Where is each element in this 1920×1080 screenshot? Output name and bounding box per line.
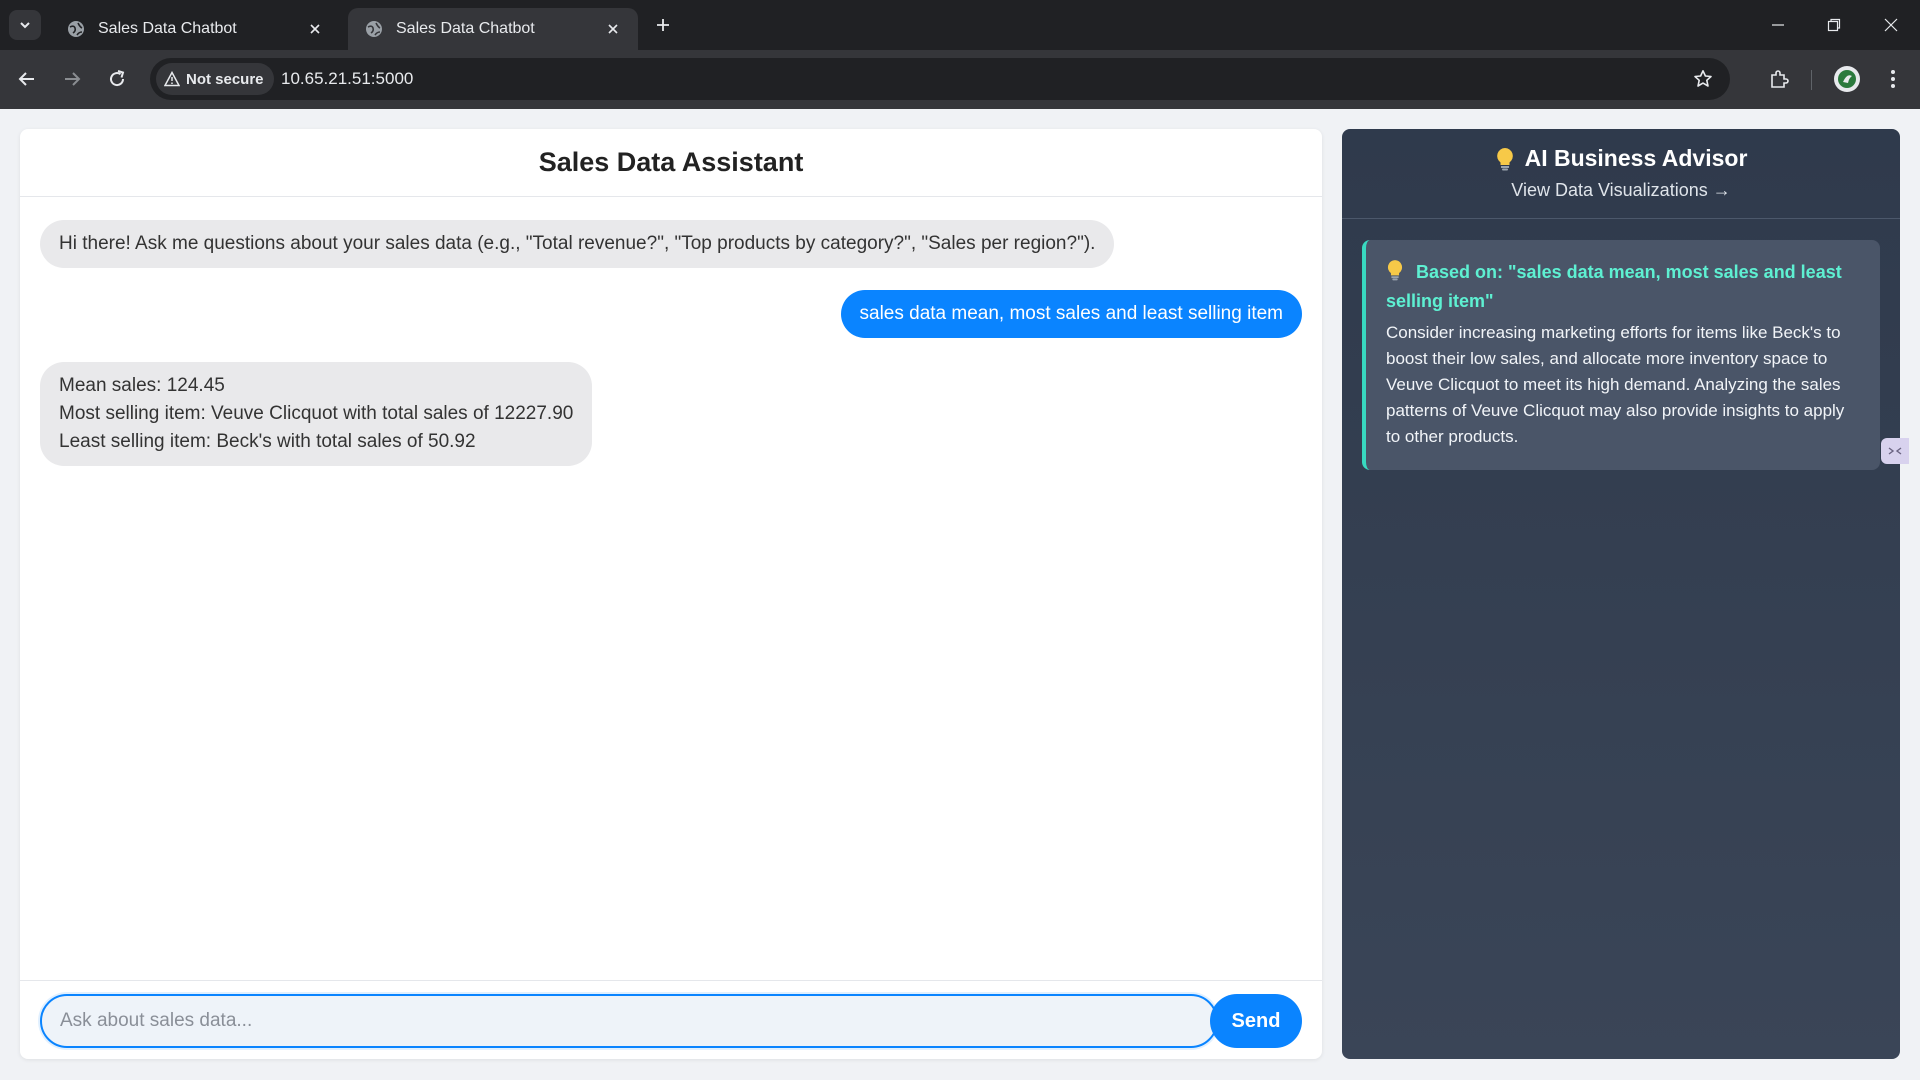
back-button[interactable]	[10, 62, 44, 96]
warning-icon	[164, 71, 180, 87]
tab-title: Sales Data Chatbot	[98, 20, 237, 37]
side-panel-handle[interactable]	[1881, 438, 1909, 464]
bot-message: Hi there! Ask me questions about your sa…	[40, 220, 1115, 268]
back-icon	[18, 72, 34, 86]
minimize-icon	[1772, 24, 1784, 26]
insight-heading-text: Based on: "sales data mean, most sales a…	[1386, 262, 1842, 311]
globe-icon	[366, 21, 382, 37]
star-icon	[1694, 70, 1712, 87]
collapse-arrows-icon	[1888, 447, 1902, 455]
extensions-icon	[1771, 70, 1789, 88]
bot-message: Mean sales: 124.45 Most selling item: Ve…	[40, 362, 593, 466]
url-text[interactable]: 10.65.21.51:5000	[281, 69, 413, 89]
insight-card: Based on: "sales data mean, most sales a…	[1362, 240, 1880, 470]
lightbulb-icon	[1387, 260, 1403, 281]
site-info-chip[interactable]: Not secure	[156, 63, 274, 95]
reload-button[interactable]	[100, 62, 134, 96]
profile-avatar-icon	[1838, 70, 1856, 88]
browser-toolbar: Not secure 10.65.21.51:5000	[0, 50, 1920, 109]
tab-strip: Sales Data Chatbot Sales Data Chatbot	[0, 0, 1920, 50]
message-line: Hi there! Ask me questions about your sa…	[59, 233, 1096, 254]
browser-menu-button[interactable]	[1878, 62, 1908, 96]
chat-input[interactable]	[40, 994, 1218, 1048]
send-button[interactable]: Send	[1210, 994, 1302, 1048]
address-bar[interactable]: Not secure 10.65.21.51:5000	[150, 58, 1730, 100]
restore-button[interactable]	[1805, 0, 1863, 50]
message-line: Mean sales: 124.45	[59, 375, 225, 396]
user-message: sales data mean, most sales and least se…	[840, 290, 1302, 338]
new-tab-button[interactable]	[648, 10, 678, 40]
chevron-down-icon	[20, 22, 30, 29]
window-close-button[interactable]	[1862, 0, 1920, 50]
forward-icon	[65, 72, 81, 86]
insight-heading: Based on: "sales data mean, most sales a…	[1386, 258, 1862, 316]
extensions-button[interactable]	[1762, 62, 1796, 96]
reload-icon	[110, 70, 125, 87]
page-viewport: Sales Data Assistant Hi there! Ask me qu…	[0, 109, 1920, 1080]
advisor-title-text: AI Business Advisor	[1524, 145, 1748, 171]
advisor-panel: AI Business Advisor View Data Visualizat…	[1342, 129, 1900, 1059]
toolbar-divider	[1811, 70, 1812, 90]
message-list: Hi there! Ask me questions about your sa…	[20, 198, 1322, 984]
close-icon	[1884, 18, 1898, 32]
chat-header: Sales Data Assistant	[20, 129, 1322, 197]
advisor-header: AI Business Advisor View Data Visualizat…	[1342, 129, 1900, 219]
tab-search-button[interactable]	[9, 10, 41, 40]
forward-button[interactable]	[55, 62, 89, 96]
close-icon[interactable]	[304, 18, 326, 40]
page-title: Sales Data Assistant	[538, 147, 804, 177]
close-icon[interactable]	[602, 18, 624, 40]
globe-icon	[68, 21, 84, 37]
tab-sales-data-chatbot-1[interactable]: Sales Data Chatbot	[50, 8, 340, 50]
lightbulb-icon	[1496, 147, 1513, 170]
bookmark-button[interactable]	[1690, 66, 1716, 92]
plus-icon	[657, 19, 669, 31]
tab-title: Sales Data Chatbot	[396, 20, 535, 37]
security-label: Not secure	[186, 70, 264, 88]
minimize-button[interactable]	[1749, 0, 1807, 50]
view-visualizations-link[interactable]: View Data Visualizations →	[1511, 180, 1730, 201]
chat-panel: Sales Data Assistant Hi there! Ask me qu…	[20, 129, 1322, 1059]
restore-icon	[1827, 18, 1841, 32]
profile-avatar-button[interactable]	[1834, 66, 1860, 92]
message-line: Least selling item: Beck's with total sa…	[59, 431, 476, 452]
message-line: sales data mean, most sales and least se…	[859, 303, 1284, 324]
insight-body: Consider increasing marketing efforts fo…	[1386, 323, 1845, 446]
message-line: Most selling item: Veuve Clicquot with t…	[59, 403, 574, 424]
composer: Send	[20, 980, 1322, 1059]
advisor-title: AI Business Advisor	[1342, 145, 1900, 172]
tab-sales-data-chatbot-2[interactable]: Sales Data Chatbot	[348, 8, 638, 50]
kebab-menu-icon	[1891, 70, 1895, 88]
